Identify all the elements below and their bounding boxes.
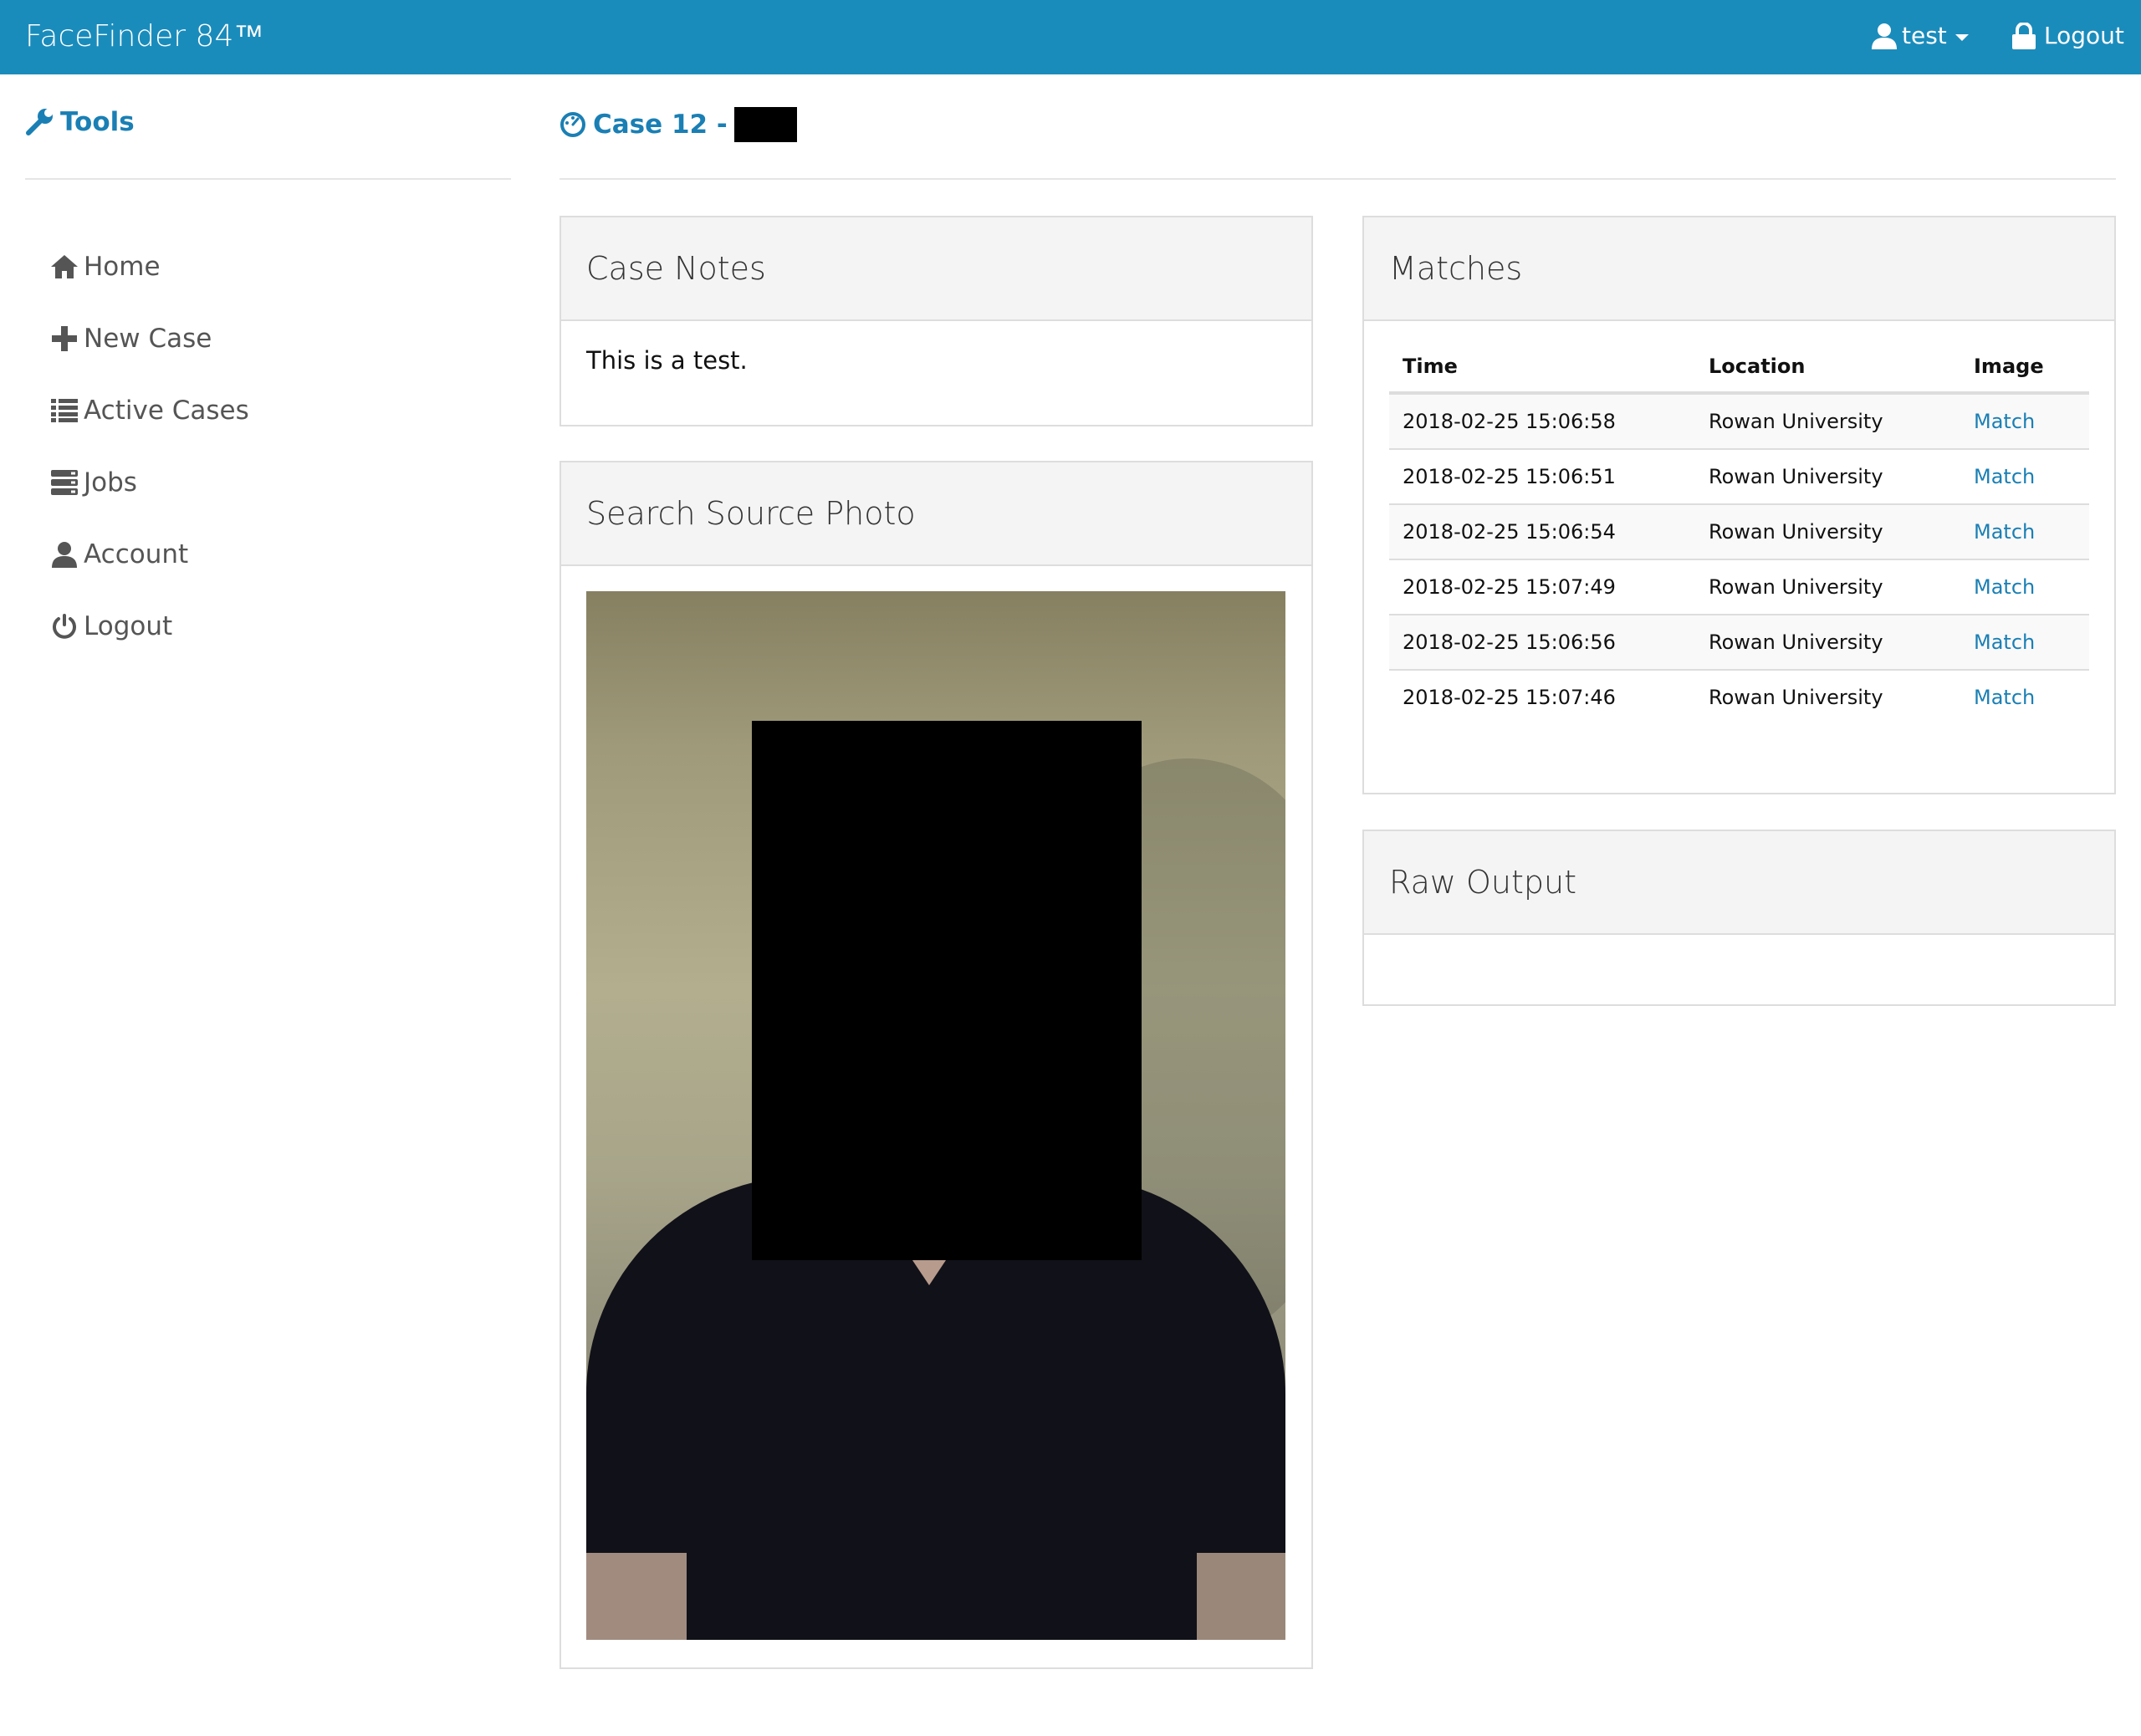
sidebar-nav: Home New Case Active Cases Jobs Account …: [49, 231, 249, 662]
column-header-location: Location: [1695, 341, 1960, 395]
match-link[interactable]: Match: [1974, 465, 2035, 488]
table-row: 2018-02-25 15:06:51 Rowan University Mat…: [1389, 448, 2089, 504]
table-row: 2018-02-25 15:06:54 Rowan University Mat…: [1389, 503, 2089, 559]
match-link[interactable]: Match: [1974, 410, 2035, 433]
plus-icon: [49, 323, 80, 355]
brand-logo[interactable]: FaceFinder 84™: [25, 18, 263, 54]
matches-table: Time Location Image 2018-02-25 15:06:58 …: [1389, 341, 2089, 724]
table-row: 2018-02-25 15:06:56 Rowan University Mat…: [1389, 614, 2089, 670]
power-icon: [49, 610, 80, 642]
match-link[interactable]: Match: [1974, 686, 2035, 709]
server-icon: [49, 467, 80, 498]
column-header-image: Image: [1960, 341, 2089, 395]
matches-panel: Matches Time Location Image 2018-02-25 1…: [1362, 216, 2116, 794]
home-icon: [49, 251, 80, 283]
sidebar-item-label: Account: [84, 539, 189, 569]
sidebar-item-label: Logout: [84, 611, 173, 641]
redaction-box: [733, 107, 797, 142]
sidebar-item-label: Home: [84, 252, 161, 282]
sidebar-item-label: Jobs: [84, 467, 137, 498]
match-time: 2018-02-25 15:06:58: [1389, 392, 1695, 449]
chevron-down-icon: [1954, 33, 1969, 41]
navbar-logout-label: Logout: [2044, 22, 2124, 49]
user-icon: [1872, 23, 1897, 49]
sidebar-item-label: Active Cases: [84, 396, 249, 426]
sidebar-title: Tools: [25, 107, 135, 137]
list-icon: [49, 395, 80, 426]
match-location: Rowan University: [1695, 614, 1960, 670]
source-photo-heading: Search Source Photo: [561, 462, 1311, 566]
match-link[interactable]: Match: [1974, 520, 2035, 544]
sidebar-item-label: New Case: [84, 324, 212, 354]
match-location: Rowan University: [1695, 448, 1960, 504]
match-time: 2018-02-25 15:07:46: [1389, 669, 1695, 724]
page-title: Case 12 -: [560, 107, 797, 142]
match-link[interactable]: Match: [1974, 631, 2035, 654]
page-divider: [560, 178, 2116, 180]
raw-output-heading: Raw Output: [1364, 831, 2114, 935]
face-redaction-box: [752, 721, 1142, 1260]
table-header-row: Time Location Image: [1389, 341, 2089, 395]
table-row: 2018-02-25 15:07:49 Rowan University Mat…: [1389, 559, 2089, 615]
source-photo-panel: Search Source Photo: [560, 461, 1313, 1669]
match-time: 2018-02-25 15:07:49: [1389, 559, 1695, 615]
photo-arm-left: [586, 1553, 687, 1640]
case-notes-text: This is a test.: [586, 346, 748, 375]
sidebar-item-jobs[interactable]: Jobs: [49, 447, 249, 518]
sidebar-divider: [25, 178, 511, 180]
match-location: Rowan University: [1695, 669, 1960, 724]
raw-output-panel: Raw Output: [1362, 830, 2116, 1006]
source-photo: [586, 591, 1285, 1640]
match-time: 2018-02-25 15:06:54: [1389, 503, 1695, 559]
sidebar-title-label: Tools: [60, 107, 135, 137]
top-navbar: FaceFinder 84™ test Logout: [0, 0, 2141, 74]
case-notes-panel: Case Notes This is a test.: [560, 216, 1313, 426]
user-menu-label: test: [1902, 22, 1947, 49]
match-location: Rowan University: [1695, 392, 1960, 449]
dashboard-icon: [560, 111, 586, 138]
sidebar-item-account[interactable]: Account: [49, 518, 249, 590]
user-menu[interactable]: test: [1872, 22, 1969, 49]
sidebar-item-active-cases[interactable]: Active Cases: [49, 375, 249, 447]
table-row: 2018-02-25 15:07:46 Rowan University Mat…: [1389, 669, 2089, 724]
match-time: 2018-02-25 15:06:56: [1389, 614, 1695, 670]
wrench-icon: [25, 108, 54, 136]
sidebar-item-logout[interactable]: Logout: [49, 590, 249, 662]
lock-icon: [2012, 22, 2036, 49]
match-location: Rowan University: [1695, 503, 1960, 559]
matches-heading: Matches: [1364, 217, 2114, 321]
column-header-time: Time: [1389, 341, 1695, 395]
user-icon: [49, 539, 80, 570]
case-notes-heading: Case Notes: [561, 217, 1311, 321]
match-location: Rowan University: [1695, 559, 1960, 615]
sidebar-item-home[interactable]: Home: [49, 231, 249, 303]
table-row: 2018-02-25 15:06:58 Rowan University Mat…: [1389, 392, 2089, 449]
page-title-label: Case 12 -: [593, 110, 728, 140]
match-link[interactable]: Match: [1974, 575, 2035, 599]
navbar-logout-link[interactable]: Logout: [2012, 22, 2124, 49]
photo-arm-right: [1197, 1553, 1285, 1640]
sidebar-item-new-case[interactable]: New Case: [49, 303, 249, 375]
match-time: 2018-02-25 15:06:51: [1389, 448, 1695, 504]
